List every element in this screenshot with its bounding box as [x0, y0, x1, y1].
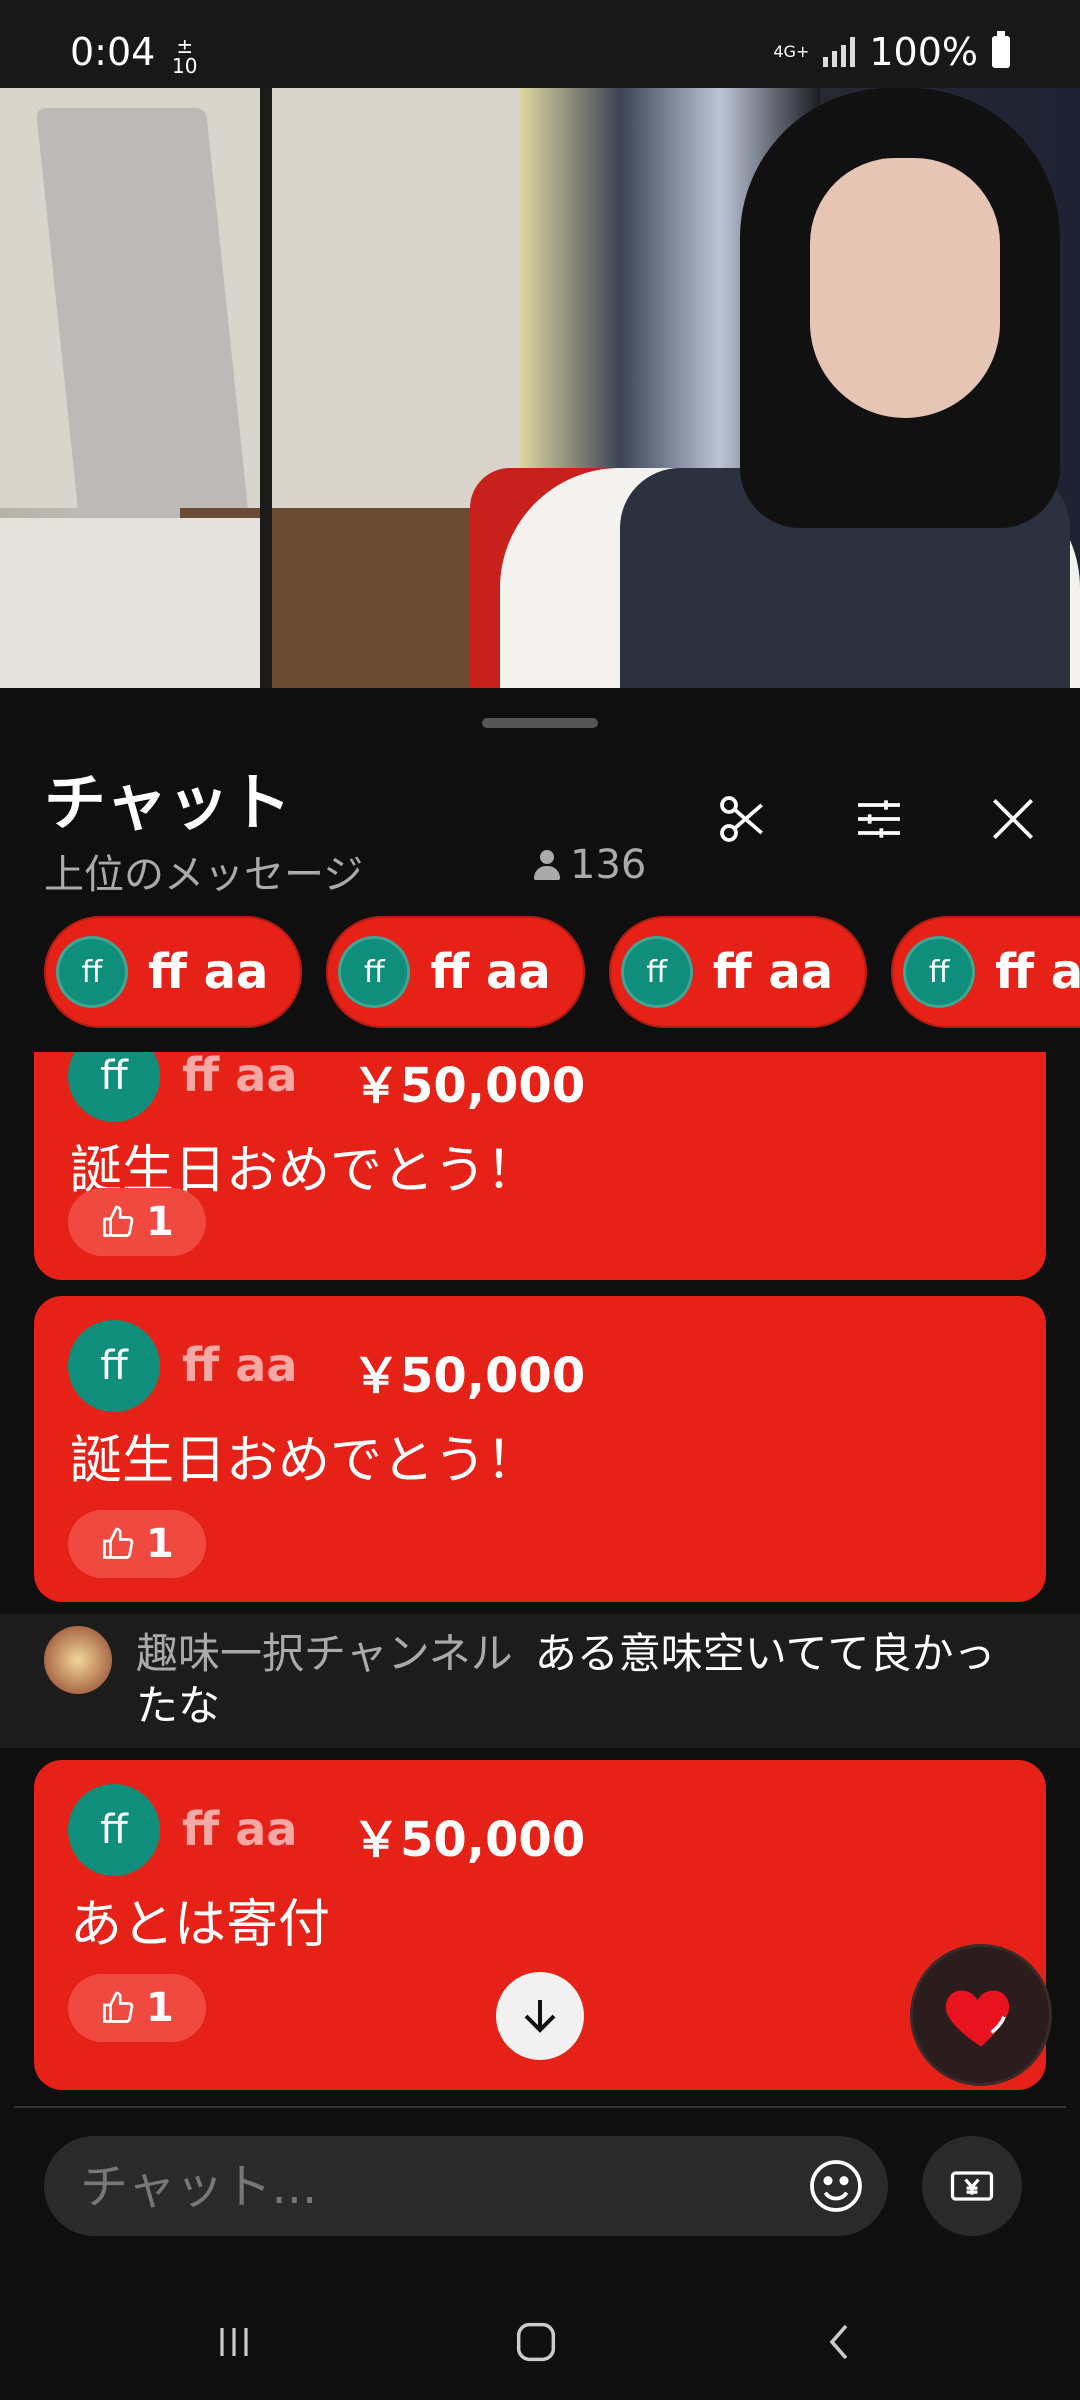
chat-input-bar	[44, 2136, 888, 2238]
avatar	[44, 1626, 112, 1694]
pinned-chip[interactable]: ff ff aa	[608, 916, 868, 1028]
pinned-chip[interactable]: ff ff aa	[326, 916, 585, 1028]
super-chat-button[interactable]	[922, 2136, 1022, 2236]
like-button[interactable]: 1	[68, 1510, 206, 1578]
chat-message-list[interactable]: ff ff aa ￥50,000 誕生日おめでとう！ 1 ff ff aa ￥5…	[0, 1052, 1080, 2108]
pinned-chips: ff ff aa ff ff aa ff ff aa ff ff aa	[44, 916, 1080, 1028]
super-chat-amount: ￥50,000	[352, 1058, 586, 1114]
video-player[interactable]	[0, 88, 1080, 688]
avatar: ff	[68, 1052, 160, 1122]
thumb-up-icon	[103, 1527, 134, 1559]
tune-icon	[858, 800, 900, 838]
author-name: ff aa	[182, 1338, 298, 1392]
chip-name: ff aa	[995, 944, 1080, 1000]
pinned-chip[interactable]: ff ff aa	[44, 916, 303, 1028]
avatar: ff	[338, 936, 411, 1008]
back-button[interactable]	[790, 2302, 890, 2382]
person-icon	[534, 850, 560, 880]
like-button[interactable]: 1	[68, 1974, 206, 2042]
drag-handle[interactable]	[482, 718, 598, 728]
top-messages-selector[interactable]: 上位のメッセージ	[44, 842, 363, 900]
thumb-up-icon	[103, 1991, 134, 2023]
system-nav-bar	[0, 2282, 1080, 2400]
thumb-up-icon	[103, 1205, 134, 1237]
yen-icon	[950, 2171, 994, 2201]
emoji-icon	[810, 2160, 862, 2212]
status-indicator: ± 10	[172, 34, 198, 78]
arrow-down-icon	[524, 2000, 556, 2033]
chat-input[interactable]	[78, 2136, 782, 2238]
super-chat-message[interactable]: ff ff aa ￥50,000 誕生日おめでとう！ 1	[34, 1052, 1046, 1280]
chat-panel: チャット 上位のメッセージ 136 ff ff aa ff ff aa ff f…	[0, 696, 1080, 2282]
chip-name: ff aa	[712, 944, 834, 1000]
home-button[interactable]	[486, 2302, 586, 2382]
super-chat-amount: ￥50,000	[352, 1812, 586, 1868]
author-name: 趣味一択チャンネル	[136, 1629, 513, 1678]
author-name: ff aa	[182, 1802, 298, 1856]
network-type: 4G+	[773, 42, 810, 61]
message-text: 誕生日おめでとう！	[70, 1431, 539, 1491]
pinned-chip[interactable]: ff ff aa	[891, 916, 1080, 1028]
close-icon	[993, 799, 1033, 839]
filter-button[interactable]	[846, 786, 912, 852]
super-chat-amount: ￥50,000	[352, 1348, 586, 1404]
super-chat-message[interactable]: ff ff aa ￥50,000 誕生日おめでとう！ 1	[34, 1296, 1046, 1602]
message-text: あとは寄付	[70, 1895, 331, 1955]
chat-message[interactable]: 趣味一択チャンネル ある意味空いてて良かったな	[0, 1614, 1080, 1748]
message-body: 趣味一択チャンネル ある意味空いてて良かったな	[136, 1628, 1016, 1732]
close-button[interactable]	[980, 786, 1046, 852]
heart-icon	[945, 1990, 1010, 2047]
recents-icon	[220, 2328, 248, 2356]
chat-title: チャット	[44, 766, 292, 839]
battery-icon	[992, 31, 1010, 68]
author-name: ff aa	[182, 1052, 298, 1102]
reaction-button[interactable]	[910, 1944, 1052, 2086]
home-icon	[516, 2322, 556, 2362]
status-right: 4G+ 100%	[773, 30, 1010, 74]
divider	[14, 2106, 1066, 2108]
back-icon	[829, 2324, 848, 2360]
avatar: ff	[903, 936, 976, 1008]
viewer-count: 136	[534, 842, 646, 888]
avatar: ff	[56, 936, 128, 1008]
status-time: 0:04	[70, 30, 156, 74]
signal-icon	[823, 37, 856, 67]
emoji-button[interactable]	[804, 2154, 868, 2218]
like-button[interactable]: 1	[68, 1188, 206, 1256]
avatar: ff	[68, 1320, 160, 1412]
scroll-to-bottom-button[interactable]	[496, 1972, 584, 2060]
clip-button[interactable]	[710, 786, 776, 852]
battery-percent: 100%	[869, 30, 978, 74]
avatar: ff	[68, 1784, 160, 1876]
recents-button[interactable]	[184, 2302, 284, 2382]
scissors-icon	[720, 796, 763, 842]
avatar: ff	[620, 936, 693, 1008]
chip-name: ff aa	[430, 944, 551, 1000]
status-bar: 0:04 ± 10 4G+ 100%	[0, 0, 1080, 88]
chip-name: ff aa	[148, 944, 269, 1000]
